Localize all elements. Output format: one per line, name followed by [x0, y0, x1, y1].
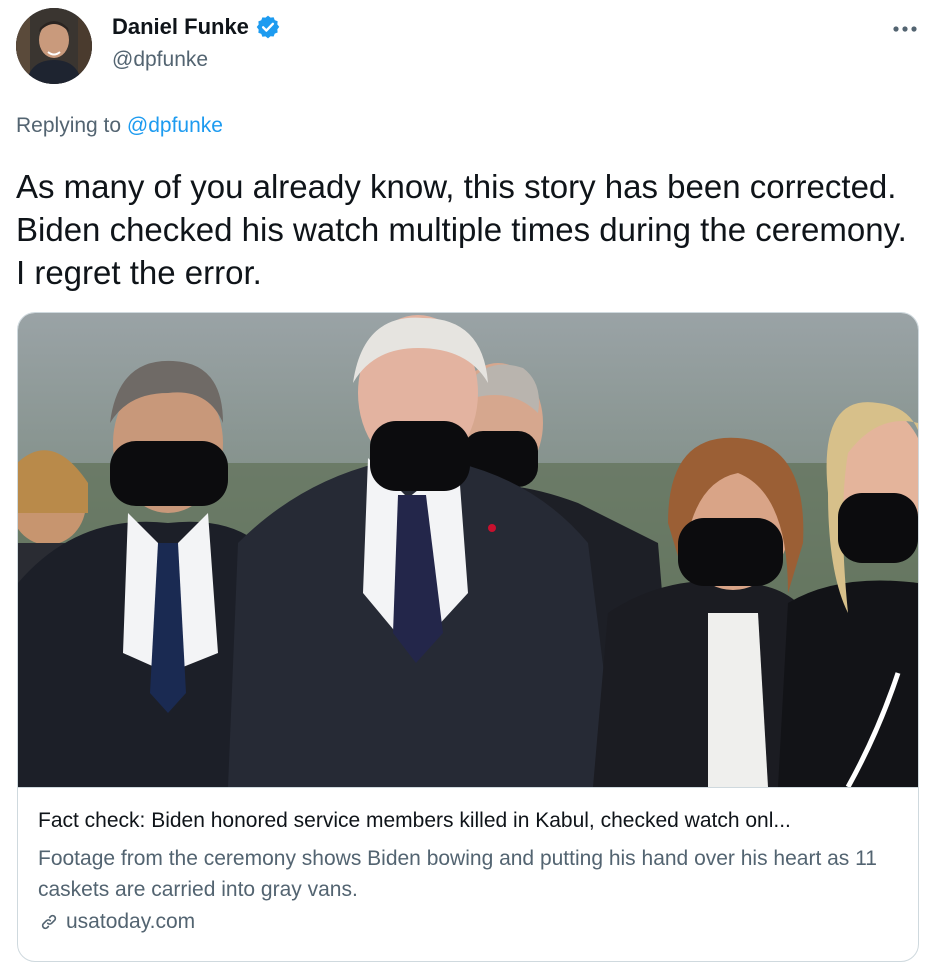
- reply-handle-link[interactable]: @dpfunke: [127, 114, 223, 137]
- author-display-name[interactable]: Daniel Funke: [112, 14, 249, 40]
- card-domain-row[interactable]: usatoday.com: [38, 910, 195, 934]
- verified-badge-icon: [255, 14, 281, 40]
- more-icon: [893, 26, 917, 32]
- card-domain[interactable]: usatoday.com: [66, 910, 195, 934]
- link-icon: [41, 914, 57, 930]
- card-image[interactable]: [18, 313, 918, 787]
- tweet-text: As many of you already know, this story …: [16, 168, 907, 291]
- more-options-button[interactable]: [890, 14, 920, 44]
- card-description: Footage from the ceremony shows Biden bo…: [38, 847, 877, 901]
- tweet: Daniel Funke @dpfunke Replying to @dpfun…: [0, 0, 940, 980]
- author-name-row[interactable]: Daniel Funke: [112, 14, 281, 40]
- replying-to: Replying to @dpfunke: [16, 114, 223, 138]
- card-divider: [18, 787, 918, 788]
- author-avatar[interactable]: [16, 8, 92, 84]
- reply-prefix: Replying to: [16, 114, 122, 137]
- author-handle[interactable]: @dpfunke: [112, 48, 208, 72]
- card-title[interactable]: Fact check: Biden honored service member…: [38, 809, 900, 833]
- link-preview-card[interactable]: Fact check: Biden honored service member…: [17, 312, 919, 962]
